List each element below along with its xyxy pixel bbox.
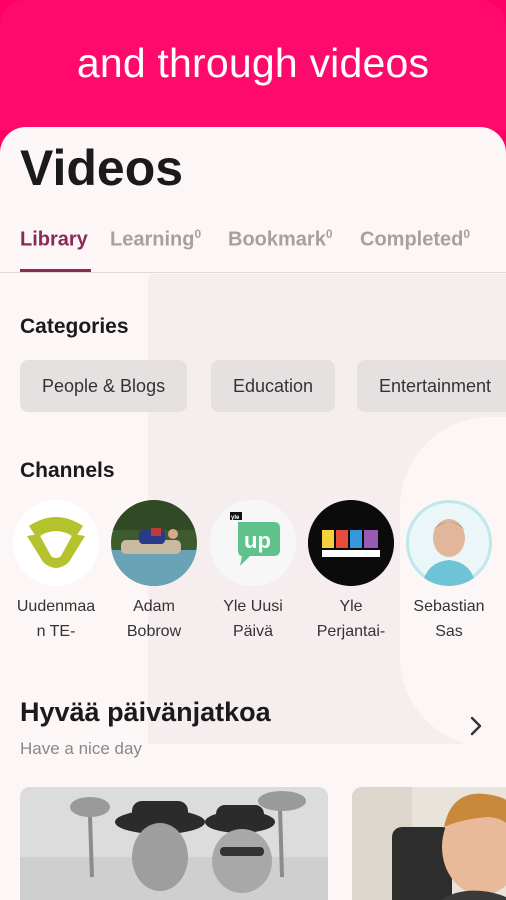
videos-sheet: Videos Library Learning0 Bookmark0 Compl… (0, 127, 506, 900)
row-title: Hyvää päivänjatkoa (20, 697, 271, 727)
tab-label: Completed (360, 228, 464, 251)
video-thumbnail[interactable] (20, 787, 328, 900)
page-title: Videos (20, 140, 184, 196)
tab-count: 0 (325, 227, 333, 241)
tab-bookmark[interactable]: Bookmark0 (228, 227, 333, 252)
te-logo-icon (13, 500, 99, 586)
categories-heading: Categories (20, 315, 129, 338)
category-chip-people-blogs[interactable]: People & Blogs (20, 360, 188, 412)
tab-label: Learning (110, 228, 195, 251)
channel-uudenmaan-te[interactable]: Uudenmaa n TE- (11, 500, 101, 644)
channel-avatar (308, 500, 394, 586)
category-chip-education[interactable]: Education (211, 360, 336, 412)
channels-heading: Channels (20, 459, 115, 482)
tab-count: 0 (463, 227, 471, 241)
channel-avatar (111, 500, 197, 586)
chevron-right-icon[interactable] (464, 714, 488, 738)
svg-text:yle: yle (231, 515, 240, 521)
channel-yle-perjantai[interactable]: Yle Perjantai- (306, 500, 396, 644)
channel-name: Yle Uusi Päivä (223, 598, 283, 640)
promo-banner: and through videos (0, 0, 506, 130)
banner-text: and through videos (76, 40, 430, 86)
video-thumbnail-image (20, 787, 328, 900)
perjantai-logo-icon (308, 500, 394, 586)
channel-avatar: yle up (210, 500, 296, 586)
row-subtitle: Have a nice day (20, 739, 142, 758)
person-avatar-icon (409, 503, 489, 586)
tab-label: Bookmark (228, 228, 326, 251)
channel-avatar (406, 500, 492, 586)
tab-label: Library (20, 228, 88, 251)
channel-name: Sebastian Sas (413, 598, 485, 640)
channel-sebastian-sas[interactable]: Sebastian Sas (404, 500, 494, 644)
tab-count: 0 (194, 227, 202, 241)
tabs-divider (0, 272, 506, 273)
channel-name: Uudenmaa n TE- (16, 598, 96, 640)
tab-learning[interactable]: Learning0 (110, 227, 201, 252)
svg-text:up: up (244, 528, 271, 553)
channel-name: Adam Bobrow (126, 598, 182, 640)
category-chip-entertainment[interactable]: Entertainment (357, 360, 506, 412)
channel-yle-uusi-paiva[interactable]: yle up Yle Uusi Päivä (208, 500, 298, 644)
channel-name: Yle Perjantai- (316, 598, 386, 640)
channel-avatar (13, 500, 99, 586)
video-thumbnail[interactable] (352, 787, 506, 900)
tab-bar: Library Learning0 Bookmark0 Completed0 (0, 225, 506, 273)
yle-up-logo-icon: yle up (210, 500, 296, 586)
video-thumbnail-image (352, 787, 506, 900)
tab-completed[interactable]: Completed0 (360, 227, 470, 252)
tab-library[interactable]: Library (20, 227, 88, 252)
pool-photo-icon (111, 500, 197, 586)
channel-adam-bobrow[interactable]: Adam Bobrow (109, 500, 199, 644)
